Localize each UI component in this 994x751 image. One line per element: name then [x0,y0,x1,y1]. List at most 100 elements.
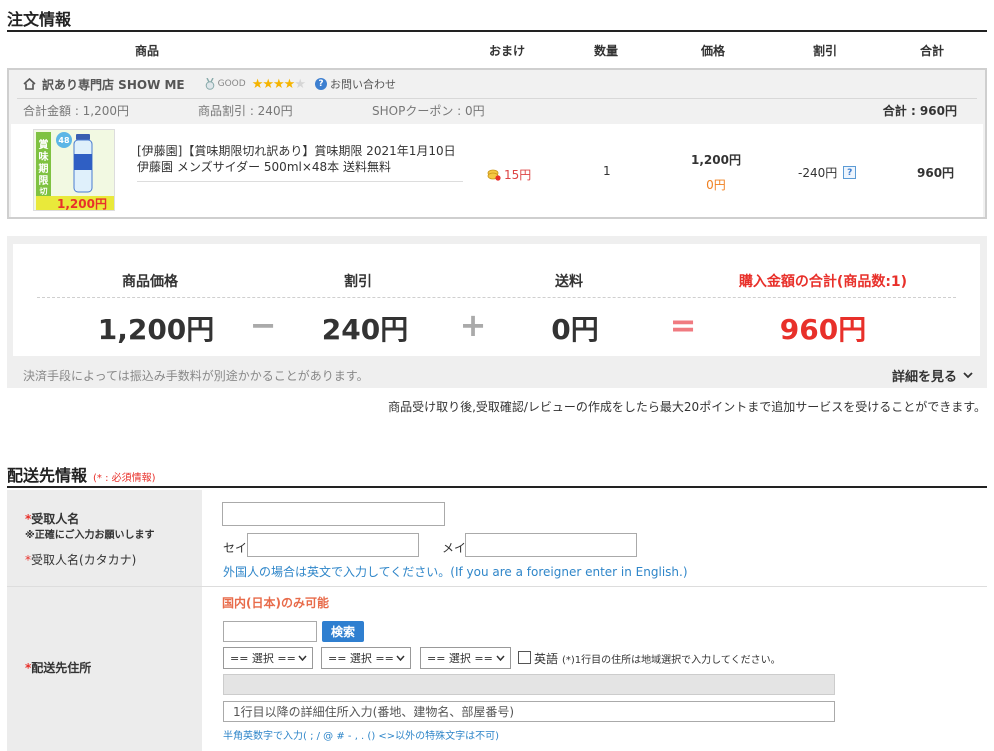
summary-value-discount: 240円 [321,313,409,346]
summary-dashed-divider [37,297,956,298]
column-header-product: 商品 [134,44,160,58]
inquiry-link[interactable]: ? お問い合わせ [314,76,396,92]
point-service-note: 商品受け取り後,受取確認/レビューの作成をしたら最大20ポイントまで追加サービス… [388,400,986,414]
star-icon: ★ [273,76,285,92]
shop-order-box: 訳あり専門店 SHOW ME GOOD ★★★★★ ? お問い合わせ 合計金額 … [7,68,987,219]
grade-label: GOOD [217,79,246,89]
postal-code-input[interactable] [223,621,317,642]
product-title-link[interactable]: [伊藤園]【賞味期限切れ訳あり】賞味期限 2021年1月10日 伊藤園 メンズサ… [137,143,463,175]
shipping-form: *受取人名 ※正確にご入力お願いします *受取人名(カタカナ) セイ メイ 外国… [7,490,987,751]
caret-down-icon [298,655,307,661]
svg-text:味: 味 [39,150,49,163]
home-icon[interactable] [23,78,36,90]
charset-note: 半角英数字で入力( ; / @ # - , . () <>以外の特殊文字は不可) [223,731,500,742]
postal-search-button[interactable]: 検索 [322,621,364,642]
svg-text:1,200円: 1,200円 [57,197,107,211]
summary-label-shipping: 送料 [555,274,583,290]
question-icon: ? [314,78,327,90]
column-header-discount: 割引 [812,44,838,58]
star-rating: ★★★★★ [251,76,306,92]
fee-note: 決済手段によっては振込み手数料が別途かかることがあります。 [23,369,369,383]
price-summary-inner: 商品価格 割引 送料 購入金額の合計(商品数:1) 1,200円 − 240円 … [13,244,980,356]
summary-value-item-price: 1,200円 [97,313,215,346]
svg-text:切: 切 [40,186,48,196]
summary-label-grand-total: 購入金額の合計(商品数:1) [738,274,908,290]
summary-value-grand-total: 960円 [779,313,867,346]
recipient-kana-label: *受取人名(カタカナ) [25,553,137,567]
summary-label-discount: 割引 [344,274,372,290]
region-select-1-value: == 選択 == [230,652,296,665]
mei-label: メイ [442,541,467,555]
caret-down-icon [396,655,405,661]
equals-operator: = [669,306,697,344]
shop-total-amount: 合計金額 : 1,200円 [23,104,130,118]
shop-info-row: 訳あり専門店 SHOW ME GOOD ★★★★★ ? お問い合わせ [23,75,396,93]
inquiry-label: お問い合わせ [329,78,396,91]
order-title-rule [7,30,987,32]
sei-input[interactable] [247,533,419,557]
price-value: 1,200円 [691,153,741,167]
recipient-name-label: *受取人名 [25,512,80,526]
recipient-name-input[interactable] [222,502,445,526]
caret-down-icon [496,655,505,661]
discount-cell: -240円 ? [798,164,857,181]
summary-value-shipping: 0円 [551,313,599,346]
summary-label-item-price: 商品価格 [122,274,178,290]
shipping-section-title: 配送先情報 (* : 必須情報) [7,462,156,486]
shop-coupon: SHOPクーポン : 0円 [372,104,485,118]
region-select-1[interactable]: == 選択 == [223,647,313,669]
sei-label: セイ [223,541,248,555]
svg-text:限: 限 [39,175,50,187]
price-sub-value: 0円 [706,178,726,192]
svg-text:48: 48 [58,136,70,145]
coin-icon [487,169,501,181]
shop-name-link[interactable]: 訳あり専門店 SHOW ME [42,76,185,93]
plus-operator: + [459,306,487,344]
minus-operator: − [249,306,277,344]
question-icon[interactable]: ? [843,166,857,179]
star-icon: ★ [283,76,296,92]
order-section-title: 注文情報 [7,10,72,29]
address-line1-readonly [223,674,835,695]
product-title-underline [137,181,463,182]
order-item-row: 賞 味 期 限 切 48 1,200円 [伊藤園]【賞味期限切れ訳あり】賞味期限… [11,124,983,217]
region-select-3[interactable]: == 選択 == [420,647,511,669]
english-checkbox[interactable] [518,651,531,664]
detail-toggle-button[interactable]: 詳細を見る [892,366,973,385]
address-detail-input[interactable]: 1行目以降の詳細住所入力(番地、建物名、部屋番号) [223,701,835,722]
bonus-cell: 15円 [487,166,531,183]
product-thumbnail[interactable]: 賞 味 期 限 切 48 1,200円 [33,129,115,211]
svg-text:賞: 賞 [39,138,49,151]
column-header-bonus: おまけ [488,44,526,58]
shipping-title-text: 配送先情報 [7,466,88,485]
svg-text:期: 期 [39,162,49,175]
english-address-note: (*)1行目の住所は地域選択で入力してください。 [562,655,781,666]
star-icon: ★ [294,76,306,92]
quantity-value: 1 [603,164,611,178]
line-total-value: 960円 [917,166,955,180]
region-select-2[interactable]: == 選択 == [321,647,411,669]
detail-toggle-label: 詳細を見る [891,370,957,385]
shop-total: 合計 : 960円 [882,104,957,118]
mei-input[interactable] [465,533,637,557]
column-header-price: 価格 [700,44,726,58]
shop-divider [17,98,977,99]
region-select-2-value: == 選択 == [328,652,394,665]
bonus-value: 15円 [504,168,532,182]
product-image: 賞 味 期 限 切 48 1,200円 [34,130,114,211]
recipient-name-sublabel: ※正確にご入力お願いします [25,530,155,541]
shipping-title-rule [7,486,987,488]
foreigner-note: 外国人の場合は英文で入力してください。(If you are a foreign… [223,565,688,579]
star-icon: ★ [251,76,264,92]
column-header-quantity: 数量 [593,44,619,58]
discount-value: -240円 [798,166,838,180]
shop-product-discount: 商品割引 : 240円 [198,104,293,118]
chevron-down-icon [963,372,973,379]
medal-icon [205,78,214,90]
address-label: *配送先住所 [25,661,92,675]
star-icon: ★ [262,76,274,92]
seller-grade: GOOD [205,78,246,90]
required-note: (* : 必須情報) [93,473,156,484]
price-summary-panel: 商品価格 割引 送料 購入金額の合計(商品数:1) 1,200円 − 240円 … [7,236,987,388]
order-table-header: 商品 おまけ 数量 価格 割引 合計 [7,33,987,65]
